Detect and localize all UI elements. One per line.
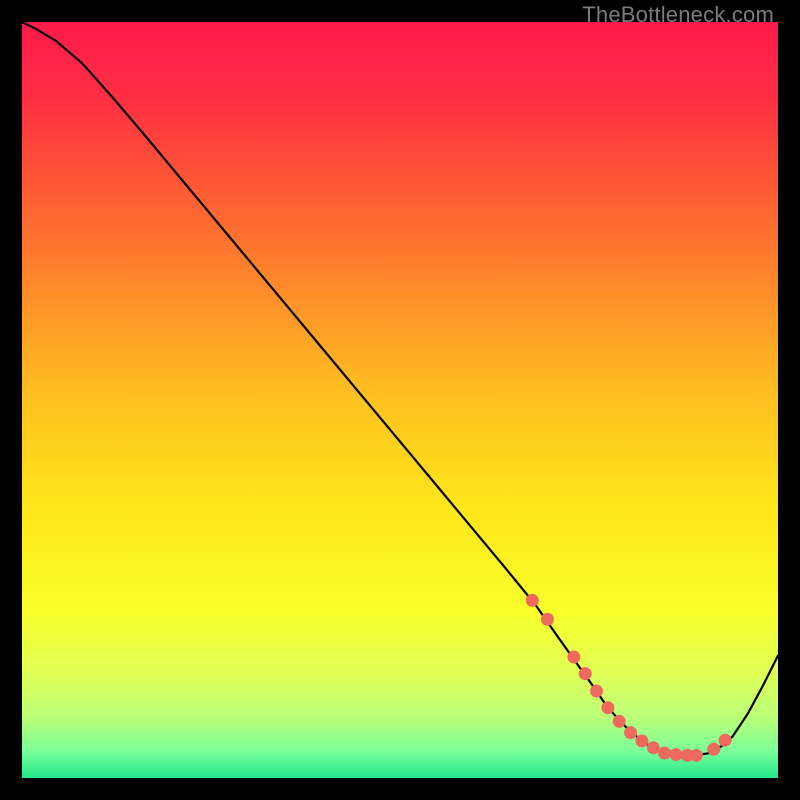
marker-dot	[541, 613, 554, 626]
marker-dot	[613, 715, 626, 728]
marker-dot	[526, 594, 539, 607]
chart-svg	[22, 22, 778, 778]
marker-dot	[707, 743, 720, 756]
marker-dot	[719, 734, 732, 747]
marker-dot	[590, 685, 603, 698]
marker-dot	[624, 726, 637, 739]
marker-dot	[579, 667, 592, 680]
marker-dot	[690, 749, 703, 762]
chart-frame	[22, 22, 778, 778]
marker-dot	[658, 747, 671, 760]
marker-dot	[669, 748, 682, 761]
marker-dot	[567, 651, 580, 664]
marker-dot	[647, 741, 660, 754]
gradient-background	[22, 22, 778, 778]
marker-dot	[635, 734, 648, 747]
marker-dot	[601, 701, 614, 714]
